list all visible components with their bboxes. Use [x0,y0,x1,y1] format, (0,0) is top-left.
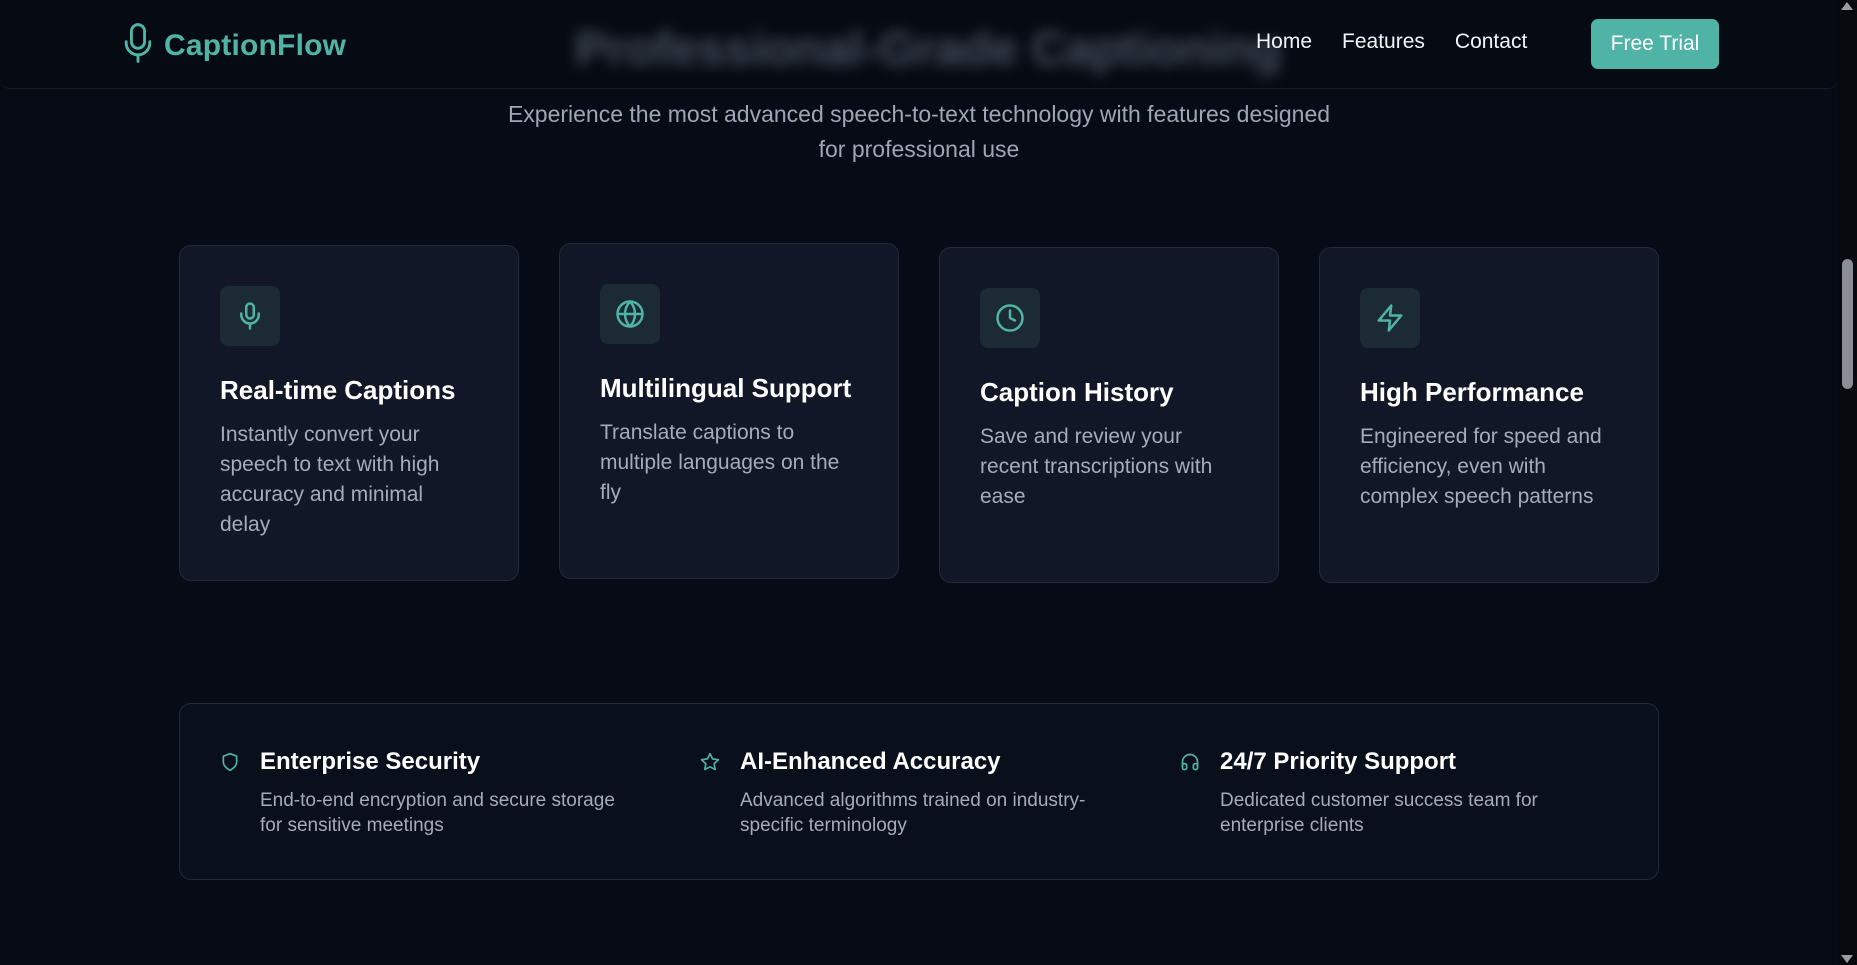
vertical-scrollbar[interactable] [1838,0,1857,965]
globe-icon [600,284,660,344]
feature-card-multilingual-support: Multilingual Support Translate captions … [559,243,899,579]
feature-description: Save and review your recent transcriptio… [980,425,1213,508]
lightning-icon [1360,288,1420,348]
feature-title: High Performance [1360,377,1584,407]
feature-title: Multilingual Support [600,373,852,403]
feature-title: Caption History [980,377,1174,407]
scroll-down-arrow-icon[interactable] [1841,955,1853,963]
benefit-title: AI-Enhanced Accuracy [740,748,1001,775]
star-icon [700,752,720,772]
benefit-ai-accuracy: AI-Enhanced Accuracy Advanced algorithms… [700,748,1120,838]
microphone-icon [220,286,280,346]
feature-card-caption-history: Caption History Save and review your rec… [939,247,1279,583]
scroll-up-arrow-icon[interactable] [1841,2,1853,10]
headphones-icon [1180,752,1200,772]
microphone-icon [122,22,154,69]
feature-card-realtime-captions: Real-time Captions Instantly convert you… [179,245,519,581]
brand-logo-link[interactable]: CaptionFlow [122,22,346,69]
main-nav: Home Features Contact [1256,30,1527,54]
enterprise-benefits-panel: Enterprise Security End-to-end encryptio… [179,703,1659,880]
benefit-title: 24/7 Priority Support [1220,748,1457,775]
benefit-enterprise-security: Enterprise Security End-to-end encryptio… [220,748,640,838]
page: Professional-Grade Captioning CaptionFlo… [0,0,1857,965]
feature-description: Instantly convert your speech to text wi… [220,423,440,536]
scrollbar-thumb[interactable] [1842,259,1853,389]
benefit-title: Enterprise Security [260,748,481,775]
obscured-page-title: Professional-Grade Captioning [575,23,1282,76]
feature-card-high-performance: High Performance Engineered for speed an… [1319,247,1659,583]
free-trial-button[interactable]: Free Trial [1591,19,1719,69]
brand-name: CaptionFlow [164,28,347,62]
section-subtitle: Experience the most advanced speech-to-t… [507,101,1331,162]
site-header: Professional-Grade Captioning CaptionFlo… [0,0,1838,89]
feature-description: Translate captions to multiple languages… [600,421,840,504]
shield-icon [220,752,240,772]
feature-title: Real-time Captions [220,375,456,405]
benefit-description: Dedicated customer success team for ente… [1220,790,1538,836]
nav-home-link[interactable]: Home [1256,30,1312,54]
benefit-priority-support: 24/7 Priority Support Dedicated customer… [1180,748,1600,838]
nav-features-link[interactable]: Features [1342,30,1425,54]
benefit-description: Advanced algorithms trained on industry-… [740,790,1086,836]
nav-contact-link[interactable]: Contact [1455,30,1527,54]
clock-icon [980,288,1040,348]
benefit-description: End-to-end encryption and secure storage… [260,790,615,836]
feature-description: Engineered for speed and efficiency, eve… [1360,425,1602,508]
